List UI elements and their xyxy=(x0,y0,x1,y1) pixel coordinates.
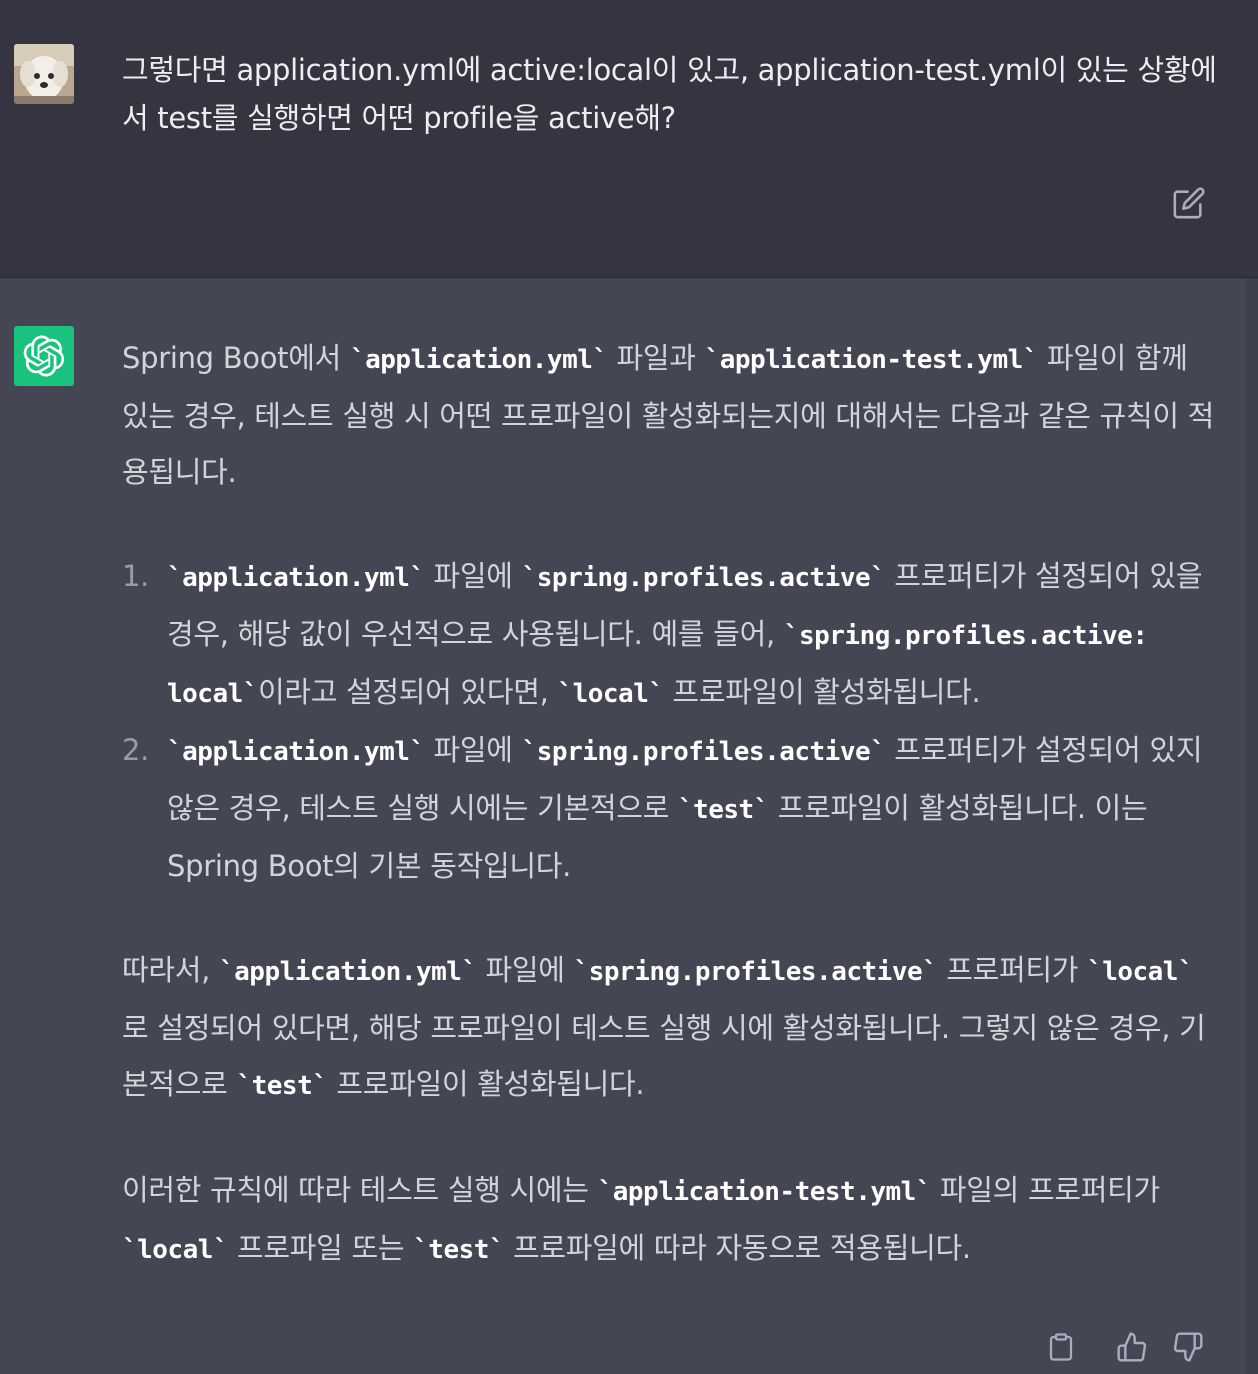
clipboard-icon[interactable] xyxy=(1046,1330,1080,1370)
text-span: 파일에 xyxy=(476,953,574,987)
text-span: 파일에 xyxy=(424,733,522,767)
edit-icon[interactable] xyxy=(1172,186,1206,220)
inline-code: test xyxy=(413,1235,504,1265)
text-span: 프로파일이 활성화됩니다. xyxy=(327,1067,645,1101)
inline-code: test xyxy=(236,1071,327,1101)
text-span: 이라고 설정되어 있다면, xyxy=(257,675,558,709)
openai-logo-icon xyxy=(14,326,74,386)
list-number: 2. xyxy=(122,733,150,767)
inline-code: local xyxy=(557,679,663,709)
user-message-row: 그렇다면 application.yml에 active:local이 있고, … xyxy=(0,0,1258,278)
inline-code: application.yml xyxy=(167,737,425,767)
text-span: 파일에 xyxy=(424,559,522,593)
scrollbar-track[interactable] xyxy=(1246,278,1258,1374)
list-item: 1. application.yml 파일에 spring.profiles.a… xyxy=(122,548,1218,722)
inline-code: application-test.yml xyxy=(598,1177,931,1207)
text-span: 프로퍼티가 xyxy=(937,953,1088,987)
summary-paragraph: 따라서, application.yml 파일에 spring.profiles… xyxy=(122,942,1218,1114)
text-span: 파일과 xyxy=(607,341,705,375)
text-span: Spring Boot에서 xyxy=(122,341,350,375)
inline-code: test xyxy=(678,795,769,825)
text-span: 프로파일이 활성화됩니다. xyxy=(663,675,981,709)
text-span: 프로파일에 따라 자동으로 적용됩니다. xyxy=(504,1231,971,1265)
list-item: 2. application.yml 파일에 spring.profiles.a… xyxy=(122,722,1218,894)
inline-code: local xyxy=(1087,957,1193,987)
text-span: 프로파일 또는 xyxy=(228,1231,414,1265)
inline-code: spring.profiles.active xyxy=(574,957,938,987)
text-span: 파일의 프로퍼티가 xyxy=(930,1173,1160,1207)
inline-code: application.yml xyxy=(167,563,425,593)
text-span: 따라서, xyxy=(122,953,219,987)
rules-list: 1. application.yml 파일에 spring.profiles.a… xyxy=(122,548,1218,894)
inline-code: local xyxy=(122,1235,228,1265)
thumbs-up-icon[interactable] xyxy=(1116,1330,1150,1370)
user-message-text: 그렇다면 application.yml에 active:local이 있고, … xyxy=(122,53,1217,135)
inline-code: spring.profiles.active xyxy=(522,563,886,593)
inline-code: application-test.yml xyxy=(705,345,1038,375)
user-avatar xyxy=(14,44,74,104)
thumbs-down-icon[interactable] xyxy=(1172,1330,1206,1370)
assistant-message-text: Spring Boot에서 application.yml 파일과 applic… xyxy=(122,330,1218,1278)
intro-paragraph: Spring Boot에서 application.yml 파일과 applic… xyxy=(122,330,1218,500)
list-number: 1. xyxy=(122,559,150,593)
inline-code: spring.profiles.active xyxy=(522,737,886,767)
inline-code: application.yml xyxy=(219,957,477,987)
inline-code: application.yml xyxy=(350,345,608,375)
text-span: 이러한 규칙에 따라 테스트 실행 시에는 xyxy=(122,1173,598,1207)
conclusion-paragraph: 이러한 규칙에 따라 테스트 실행 시에는 application-test.y… xyxy=(122,1162,1218,1278)
